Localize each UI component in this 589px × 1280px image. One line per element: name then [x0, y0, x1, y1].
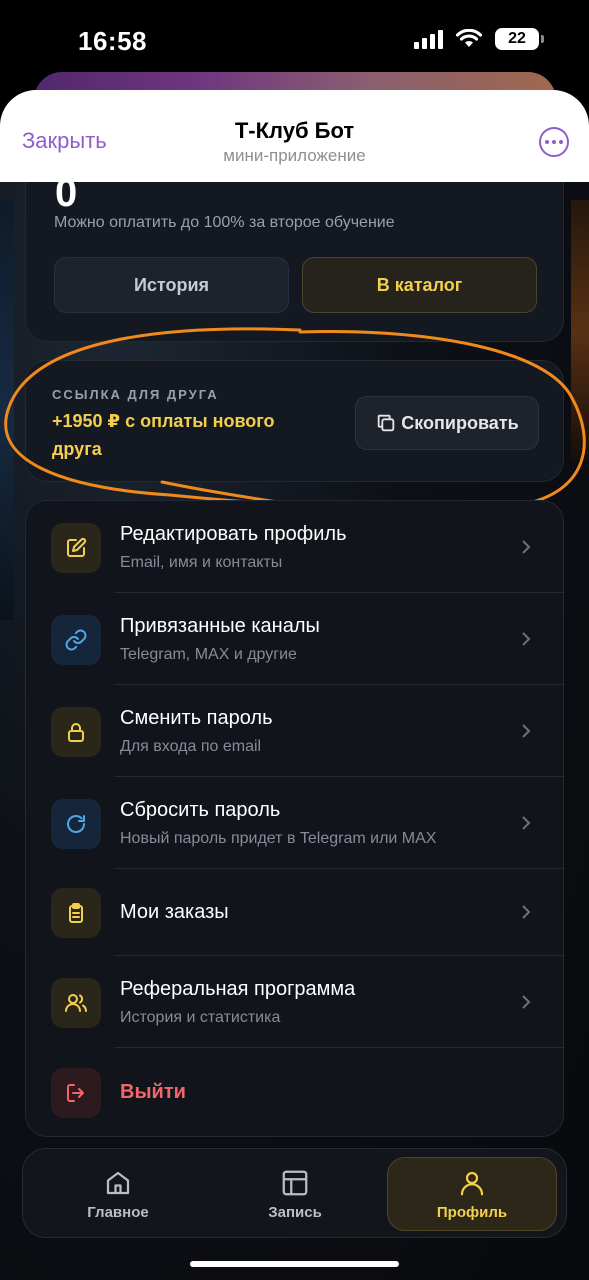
layout-icon — [282, 1170, 308, 1195]
menu-item-linked-channels[interactable]: Привязанные каналы Telegram, MAX и други… — [26, 593, 563, 685]
lock-icon — [51, 707, 101, 757]
tab-home[interactable]: Главное — [33, 1157, 203, 1231]
chevron-right-icon — [522, 724, 531, 738]
profile-menu: Редактировать профиль Email, имя и конта… — [25, 500, 564, 1137]
status-bar: 16:58 22 — [0, 0, 589, 80]
tab-profile[interactable]: Профиль — [387, 1157, 557, 1231]
history-button[interactable]: История — [54, 257, 289, 313]
balance-note: Можно оплатить до 100% за второе обучени… — [54, 214, 395, 231]
tab-label: Главное — [87, 1203, 149, 1221]
copy-link-button[interactable]: Скопировать — [355, 396, 539, 450]
menu-item-title: Редактировать профиль — [120, 523, 347, 545]
status-icons: 22 — [414, 28, 544, 50]
chevron-right-icon — [522, 905, 531, 919]
bot-subtitle: мини-приложение — [223, 146, 366, 165]
tab-booking[interactable]: Запись — [210, 1157, 380, 1231]
tab-label: Профиль — [436, 1203, 508, 1221]
menu-item-subtitle: Для входа по email — [120, 738, 262, 755]
signal-icon — [414, 29, 443, 49]
edge-glow — [0, 200, 14, 620]
telegram-header: Закрыть Т-Клуб Бот мини-приложение — [0, 90, 589, 182]
wifi-icon — [455, 29, 483, 47]
users-icon — [51, 978, 101, 1028]
tab-label: Запись — [268, 1203, 322, 1221]
home-indicator[interactable] — [190, 1261, 399, 1267]
logout-label: Выйти — [120, 1081, 186, 1103]
menu-item-edit-profile[interactable]: Редактировать профиль Email, имя и конта… — [26, 501, 563, 593]
menu-item-title: Мои заказы — [120, 901, 229, 923]
bot-title: Т-Клуб Бот — [234, 118, 355, 143]
user-icon — [460, 1171, 484, 1195]
menu-item-logout[interactable]: Выйти — [26, 1048, 563, 1136]
referral-label: ССЫЛКА ДЛЯ ДРУГА — [52, 387, 219, 402]
referral-bonus: +1950 ₽ с оплаты нового друга — [52, 411, 275, 459]
catalog-button[interactable]: В каталог — [302, 257, 537, 313]
edge-glow — [571, 200, 589, 460]
chevron-right-icon — [522, 632, 531, 646]
status-time: 16:58 — [78, 26, 147, 56]
menu-item-subtitle: Новый пароль придет в Telegram или MAX — [120, 830, 437, 847]
menu-item-change-password[interactable]: Сменить пароль Для входа по email — [26, 685, 563, 777]
menu-item-subtitle: Email, имя и контакты — [120, 554, 283, 571]
menu-item-title: Сменить пароль — [120, 707, 273, 729]
menu-item-subtitle: Telegram, MAX и другие — [120, 646, 297, 663]
menu-item-my-orders[interactable]: Мои заказы — [26, 869, 563, 956]
edit-icon — [51, 523, 101, 573]
battery-level: 22 — [508, 30, 526, 47]
home-icon — [106, 1171, 130, 1194]
menu-item-title: Привязанные каналы — [120, 615, 320, 637]
menu-item-subtitle: История и статистика — [120, 1009, 281, 1026]
referral-card: ССЫЛКА ДЛЯ ДРУГА +1950 ₽ с оплаты нового… — [25, 360, 564, 482]
clipboard-icon — [51, 888, 101, 938]
link-icon — [51, 615, 101, 665]
chevron-right-icon — [522, 995, 531, 1009]
menu-item-title: Реферальная программа — [120, 978, 356, 1000]
chevron-right-icon — [522, 816, 531, 830]
battery-icon: 22 — [495, 28, 544, 50]
menu-item-referral-program[interactable]: Реферальная программа История и статисти… — [26, 956, 563, 1048]
more-icon[interactable] — [539, 127, 569, 157]
refresh-icon — [51, 799, 101, 849]
copy-icon — [378, 414, 395, 432]
chevron-right-icon — [522, 540, 531, 554]
logout-icon — [51, 1068, 101, 1118]
copy-button-label: Скопировать — [401, 412, 519, 433]
menu-item-reset-password[interactable]: Сбросить пароль Новый пароль придет в Te… — [26, 777, 563, 869]
bottom-tab-bar: Главное Запись Профиль — [22, 1148, 567, 1238]
menu-item-title: Сбросить пароль — [120, 799, 281, 821]
